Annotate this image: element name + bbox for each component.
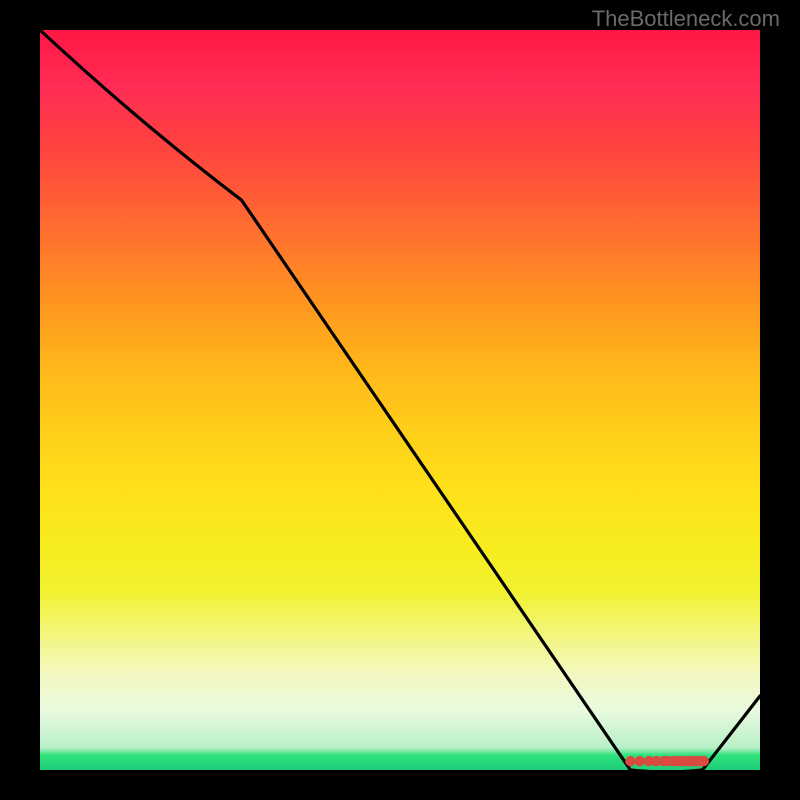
chart-svg <box>40 30 760 770</box>
optimal-marker <box>699 756 709 766</box>
chart-frame: TheBottleneck.com <box>0 0 800 800</box>
optimal-marker <box>635 756 645 766</box>
optimal-marker <box>625 756 635 766</box>
watermark-label: TheBottleneck.com <box>592 6 780 32</box>
plot-area <box>40 30 760 770</box>
bottleneck-curve <box>40 30 760 772</box>
optimal-zone-markers <box>625 756 709 766</box>
